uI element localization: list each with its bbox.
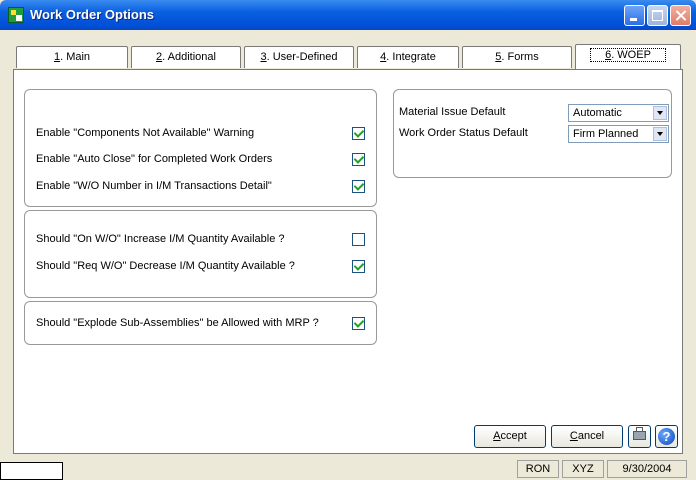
woep-tab-panel: Enable "Components Not Available" Warnin… bbox=[13, 69, 683, 454]
tab-woep-label: 6. WOEP bbox=[590, 48, 666, 62]
chevron-down-icon[interactable] bbox=[653, 127, 667, 141]
tab-main[interactable]: 1. Main bbox=[16, 46, 128, 68]
maximize-button bbox=[647, 5, 668, 26]
printer-icon bbox=[633, 427, 646, 440]
window-title: Work Order Options bbox=[30, 7, 154, 22]
wo-status-default-select[interactable]: Firm Planned bbox=[568, 125, 669, 143]
on-wo-increase-label: Should "On W/O" Increase I/M Quantity Av… bbox=[36, 233, 285, 245]
app-icon bbox=[8, 7, 24, 23]
auto-close-label: Enable "Auto Close" for Completed Work O… bbox=[36, 153, 273, 165]
cancel-button[interactable]: Cancel bbox=[551, 425, 623, 448]
tab-woep[interactable]: 6. WOEP bbox=[575, 44, 681, 70]
quantity-options-group: Should "On W/O" Increase I/M Quantity Av… bbox=[24, 210, 377, 298]
defaults-group: Material Issue Default Automatic Work Or… bbox=[393, 89, 672, 178]
on-wo-increase-checkbox[interactable] bbox=[352, 233, 365, 246]
tab-integrate-label: 4. Integrate bbox=[380, 51, 436, 63]
tab-strip: 1. Main 2. Additional 3. User-Defined 4.… bbox=[13, 44, 683, 70]
work-order-options-window: Work Order Options 1. Main 2. Additional… bbox=[0, 0, 696, 480]
wo-status-default-label: Work Order Status Default bbox=[399, 127, 528, 139]
explode-sub-assemblies-label: Should "Explode Sub-Assemblies" be Allow… bbox=[36, 317, 319, 329]
tab-forms-label: 5. Forms bbox=[495, 51, 539, 63]
print-button[interactable] bbox=[628, 425, 651, 448]
tab-main-label: 1. Main bbox=[53, 51, 91, 63]
help-icon: ? bbox=[658, 428, 675, 445]
blank-overlay-box bbox=[0, 462, 63, 480]
tab-additional[interactable]: 2. Additional bbox=[131, 46, 241, 68]
tab-additional-label: 2. Additional bbox=[156, 51, 216, 63]
chevron-down-icon[interactable] bbox=[653, 106, 667, 120]
auto-close-checkbox[interactable] bbox=[352, 153, 365, 166]
title-bar[interactable]: Work Order Options bbox=[0, 0, 696, 30]
enable-options-group: Enable "Components Not Available" Warnin… bbox=[24, 89, 377, 207]
explode-sub-assemblies-checkbox[interactable] bbox=[352, 317, 365, 330]
minimize-button[interactable] bbox=[624, 5, 645, 26]
material-issue-default-select[interactable]: Automatic bbox=[568, 104, 669, 122]
req-wo-decrease-checkbox[interactable] bbox=[352, 260, 365, 273]
mrp-options-group: Should "Explode Sub-Assemblies" be Allow… bbox=[24, 301, 377, 345]
wo-number-detail-label: Enable "W/O Number in I/M Transactions D… bbox=[36, 180, 272, 192]
tab-user-defined[interactable]: 3. User-Defined bbox=[244, 46, 354, 68]
tab-integrate[interactable]: 4. Integrate bbox=[357, 46, 459, 68]
components-warning-checkbox[interactable] bbox=[352, 127, 365, 140]
req-wo-decrease-label: Should "Req W/O" Decrease I/M Quantity A… bbox=[36, 260, 295, 272]
material-issue-default-value: Automatic bbox=[573, 107, 622, 119]
status-user: RON bbox=[517, 460, 559, 478]
status-company: XYZ bbox=[562, 460, 604, 478]
close-button[interactable] bbox=[670, 5, 691, 26]
tab-user-defined-label: 3. User-Defined bbox=[260, 51, 338, 63]
accept-button[interactable]: Accept bbox=[474, 425, 546, 448]
material-issue-default-label: Material Issue Default bbox=[399, 106, 506, 118]
tab-forms[interactable]: 5. Forms bbox=[462, 46, 572, 68]
components-warning-label: Enable "Components Not Available" Warnin… bbox=[36, 127, 255, 139]
status-bar: RON XYZ 9/30/2004 bbox=[0, 457, 696, 480]
status-date: 9/30/2004 bbox=[607, 460, 687, 478]
wo-number-detail-checkbox[interactable] bbox=[352, 180, 365, 193]
help-button[interactable]: ? bbox=[655, 425, 678, 448]
wo-status-default-value: Firm Planned bbox=[573, 128, 639, 140]
